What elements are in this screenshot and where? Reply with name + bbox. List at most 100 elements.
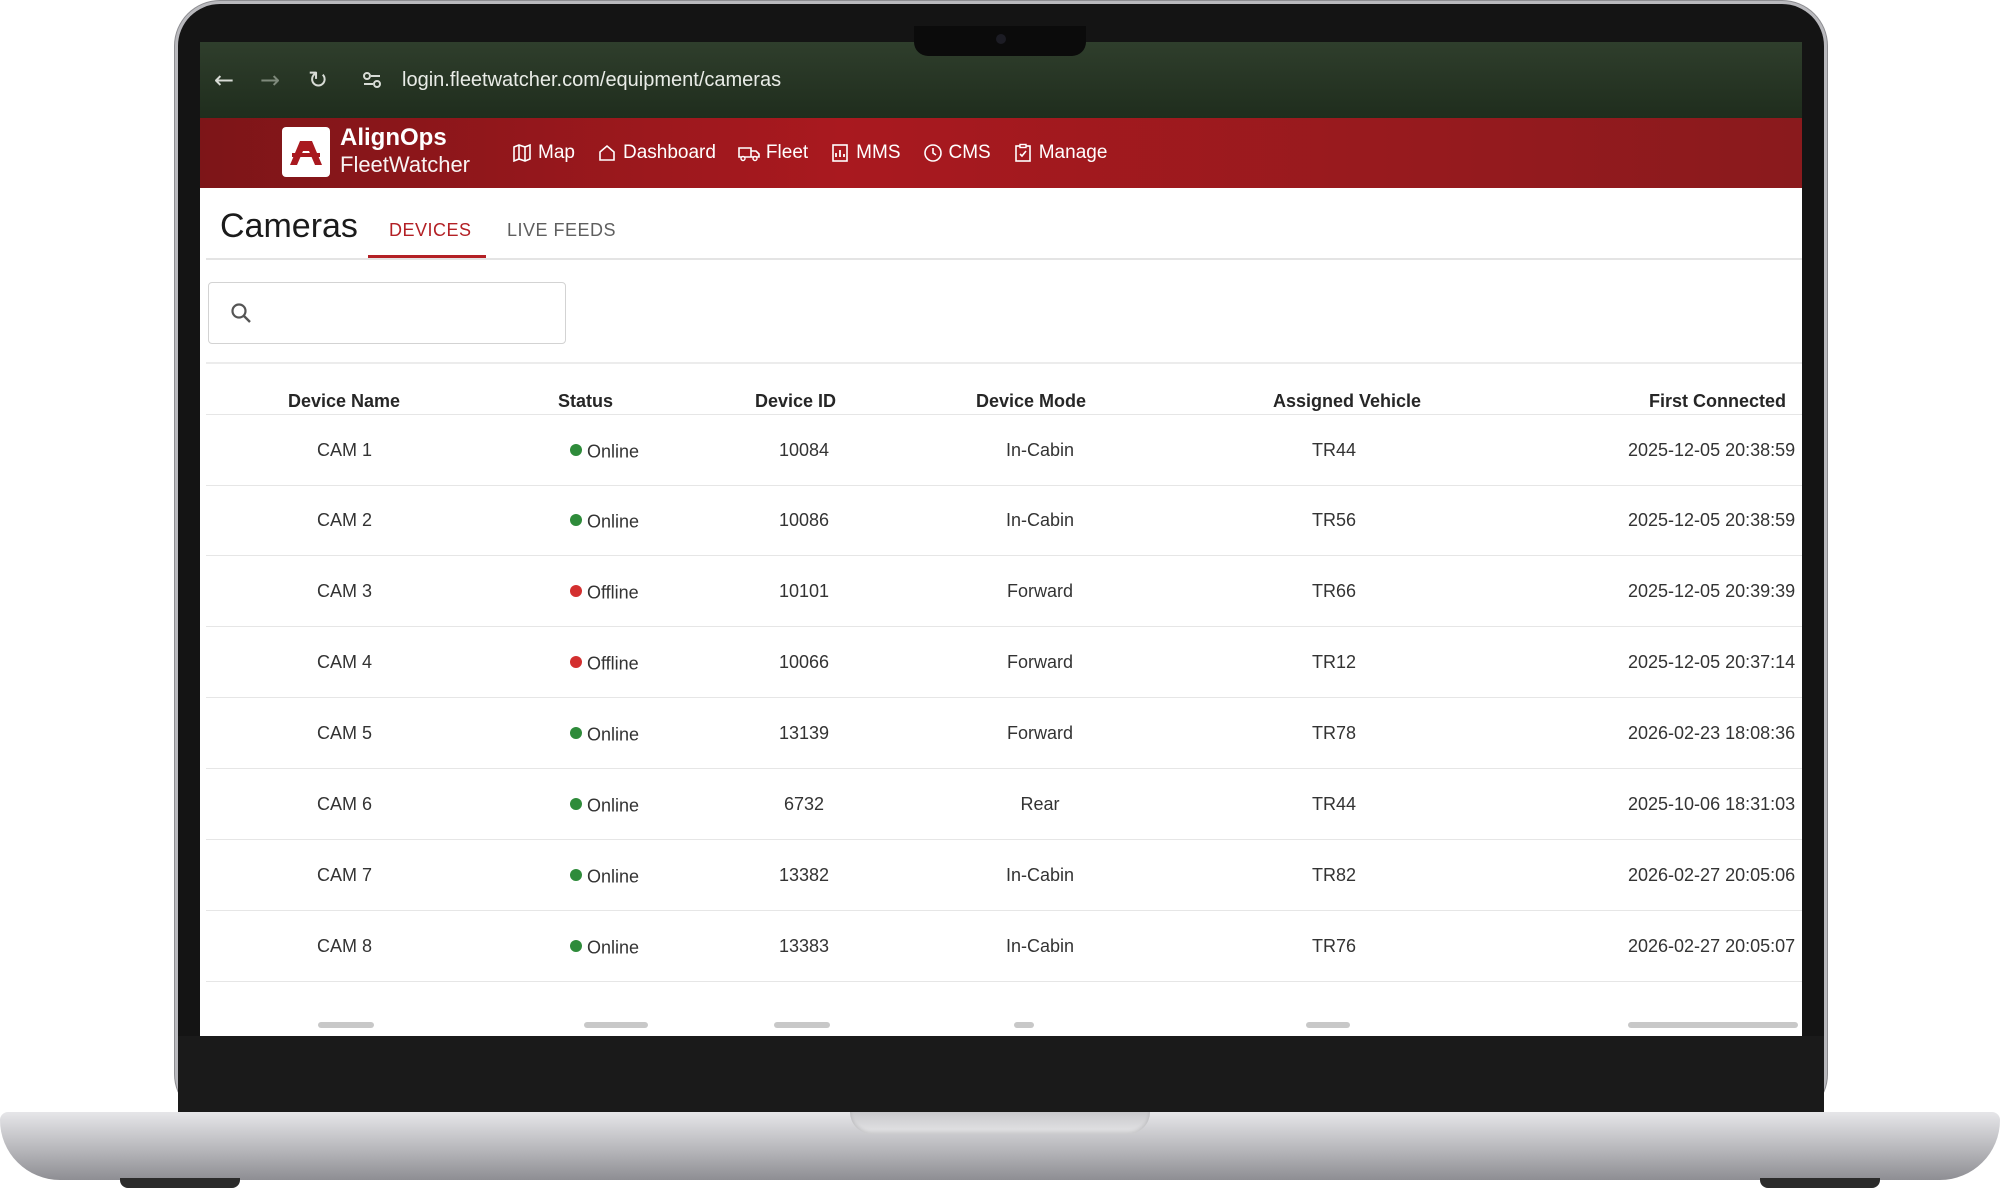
forward-button[interactable]: → <box>256 66 284 94</box>
cell-device-name: CAM 1 <box>316 440 372 460</box>
reload-icon: ↻ <box>307 66 329 94</box>
cell-first-connected: 2026-02-23 18:08:36 <box>1628 723 1796 743</box>
brand-logo[interactable] <box>282 127 330 177</box>
cell-device-mode: In-Cabin <box>1005 510 1075 530</box>
cell-status: Online <box>570 415 710 485</box>
table-row[interactable]: CAM 8 Online 13383 In-Cabin TR76 2026-02… <box>206 911 1802 982</box>
chart-icon <box>832 144 848 162</box>
column-header-first-connected[interactable]: First Connected <box>1649 391 1786 412</box>
nav-item-label: Dashboard <box>622 142 716 163</box>
main-nav: Map Dashboard Fleet MMS CMS Manage <box>512 118 1129 188</box>
nav-item-dashboard[interactable]: Dashboard <box>597 142 716 164</box>
partial-text <box>1628 1022 1798 1028</box>
table-row[interactable]: CAM 5 Online 13139 Forward TR78 2026-02-… <box>206 698 1802 769</box>
table-row[interactable]: CAM 2 Online 10086 In-Cabin TR56 2025-12… <box>206 485 1802 556</box>
status-label: Online <box>587 795 640 816</box>
cell-device-name: CAM 4 <box>316 652 372 672</box>
cell-assigned-vehicle: TR76 <box>1311 936 1356 956</box>
cell-device-name: CAM 7 <box>316 865 372 885</box>
cell-status: Online <box>570 485 710 555</box>
nav-item-label: MMS <box>856 142 901 163</box>
search-input[interactable] <box>208 282 566 344</box>
road-logo-icon <box>290 141 322 165</box>
column-header-device-name[interactable]: Device Name <box>288 391 400 412</box>
status-label: Offline <box>587 582 639 603</box>
cell-assigned-vehicle: TR12 <box>1311 652 1356 672</box>
status-label: Online <box>587 724 640 745</box>
cell-assigned-vehicle: TR82 <box>1311 865 1356 885</box>
laptop-foot-right <box>1760 1178 1880 1188</box>
reload-button[interactable]: ↻ <box>304 66 332 94</box>
cell-status: Offline <box>570 556 710 626</box>
cell-device-id: 13382 <box>778 865 830 885</box>
table-row[interactable]: CAM 6 Online 6732 Rear TR44 2025-10-06 1… <box>206 769 1802 840</box>
arrow-left-icon: ← <box>213 66 235 94</box>
cell-device-name: CAM 2 <box>316 510 372 530</box>
online-status-dot <box>570 727 582 740</box>
brand-name-bottom: FleetWatcher <box>340 152 471 177</box>
status-label: Online <box>587 441 640 462</box>
map-icon <box>513 143 531 163</box>
nav-item-label: CMS <box>948 142 991 163</box>
cell-device-id: 13139 <box>778 723 830 743</box>
cell-device-id: 10086 <box>778 510 830 530</box>
nav-item-fleet[interactable]: Fleet <box>738 142 808 164</box>
nav-item-map[interactable]: Map <box>512 142 575 164</box>
tab-devices[interactable]: DEVICES <box>389 220 472 241</box>
cell-device-name: CAM 3 <box>316 581 372 601</box>
back-button[interactable]: ← <box>210 66 238 94</box>
column-header-assigned-vehicle[interactable]: Assigned Vehicle <box>1273 391 1421 412</box>
address-bar[interactable]: login.fleetwatcher.com/equipment/cameras <box>402 66 781 94</box>
table-divider <box>206 362 1802 364</box>
online-status-dot <box>570 798 582 811</box>
cell-device-id: 6732 <box>783 794 825 814</box>
cell-device-mode: Rear <box>1020 794 1060 814</box>
cell-status: Online <box>570 769 710 839</box>
site-info-button[interactable] <box>358 66 386 94</box>
app-header: AlignOps FleetWatcher Map Dashboard Flee… <box>200 118 1802 188</box>
cell-device-id: 13383 <box>778 936 830 956</box>
cell-status: Online <box>570 840 710 910</box>
nav-item-manage[interactable]: Manage <box>1013 142 1107 164</box>
nav-item-label: Map <box>538 142 575 163</box>
nav-item-mms[interactable]: MMS <box>830 142 901 164</box>
truck-icon <box>738 147 760 162</box>
camera-notch <box>914 26 1086 56</box>
cell-assigned-vehicle: TR56 <box>1311 510 1356 530</box>
cell-device-name: CAM 6 <box>316 794 372 814</box>
laptop-opening-notch <box>850 1112 1150 1134</box>
search-icon <box>231 303 251 323</box>
cell-device-name: CAM 8 <box>316 936 372 956</box>
status-label: Online <box>587 937 640 958</box>
offline-status-dot <box>570 585 582 598</box>
nav-item-cms[interactable]: CMS <box>923 142 991 164</box>
table-row[interactable]: CAM 1 Online 10084 In-Cabin TR44 2025-12… <box>206 414 1802 486</box>
cell-device-name: CAM 5 <box>316 723 372 743</box>
cell-first-connected: 2026-02-27 20:05:07 <box>1628 936 1796 956</box>
tab-live-feeds[interactable]: LIVE FEEDS <box>507 220 616 241</box>
table-row[interactable]: CAM 7 Online 13382 In-Cabin TR82 2026-02… <box>206 840 1802 911</box>
column-header-status[interactable]: Status <box>558 391 613 412</box>
partial-text <box>584 1022 648 1028</box>
home-icon <box>599 144 615 161</box>
online-status-dot <box>570 514 582 527</box>
cell-status: Online <box>570 911 710 981</box>
column-header-device-id[interactable]: Device ID <box>755 391 836 412</box>
table-row-partial <box>206 1012 1802 1036</box>
table-row[interactable]: CAM 3 Offline 10101 Forward TR66 2025-12… <box>206 556 1802 627</box>
cell-assigned-vehicle: TR44 <box>1311 794 1356 814</box>
cell-first-connected: 2025-10-06 18:31:03 <box>1628 794 1796 814</box>
status-label: Offline <box>587 653 639 674</box>
partial-text <box>318 1022 374 1028</box>
partial-text <box>1306 1022 1350 1028</box>
status-label: Online <box>587 511 640 532</box>
cell-status: Online <box>570 698 710 768</box>
column-header-device-mode[interactable]: Device Mode <box>976 391 1086 412</box>
cell-first-connected: 2025-12-05 20:39:39 <box>1628 581 1796 601</box>
partial-text <box>774 1022 830 1028</box>
table-row[interactable]: CAM 4 Offline 10066 Forward TR12 2025-12… <box>206 627 1802 698</box>
clipboard-icon <box>1014 143 1031 162</box>
cell-assigned-vehicle: TR66 <box>1311 581 1356 601</box>
online-status-dot <box>570 444 582 457</box>
cell-device-mode: Forward <box>1006 581 1073 601</box>
